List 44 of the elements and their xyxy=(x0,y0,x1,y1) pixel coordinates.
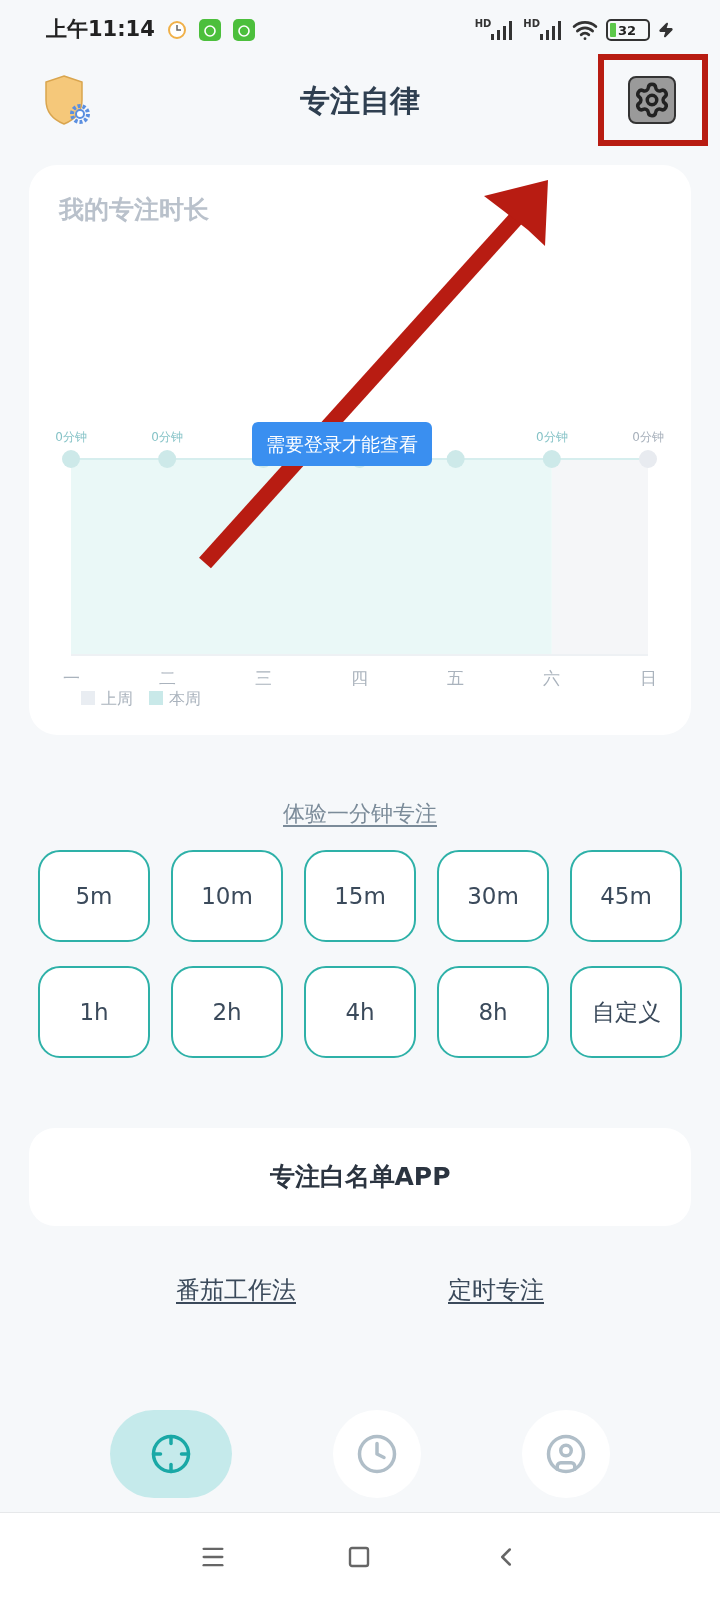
duration-button[interactable]: 8h xyxy=(437,966,549,1058)
day-label: 五 xyxy=(447,668,465,688)
duration-button[interactable]: 自定义 xyxy=(570,966,682,1058)
duration-button[interactable]: 1h xyxy=(38,966,150,1058)
shield-gear-icon[interactable] xyxy=(44,74,92,126)
point-value-label: 0分钟 xyxy=(151,430,183,444)
charging-icon xyxy=(658,22,674,38)
mode-link[interactable]: 番茄工作法 xyxy=(176,1272,296,1308)
status-time: 上午11:14 xyxy=(46,16,155,44)
day-label: 日 xyxy=(639,668,657,688)
signal-icon xyxy=(540,19,564,41)
day-label: 六 xyxy=(543,668,561,688)
legend-label: 本周 xyxy=(169,689,201,708)
crosshair-icon xyxy=(150,1433,193,1475)
network-type-label: HD xyxy=(474,19,492,29)
page-title: 专注自律 xyxy=(300,81,420,120)
mode-link[interactable]: 定时专注 xyxy=(448,1272,544,1308)
app-notification-icon xyxy=(198,19,221,41)
day-label: 一 xyxy=(62,668,80,688)
home-icon[interactable] xyxy=(347,1544,371,1569)
duration-button[interactable]: 2h xyxy=(171,966,283,1058)
legend-label: 上周 xyxy=(101,689,133,708)
duration-button[interactable]: 4h xyxy=(304,966,416,1058)
day-label: 三 xyxy=(254,668,272,688)
duration-button[interactable]: 45m xyxy=(570,850,682,942)
clock-icon xyxy=(356,1433,398,1475)
login-notice: 需要登录才能查看 xyxy=(252,422,432,466)
point-value-label: 0分钟 xyxy=(55,430,87,444)
duration-button[interactable]: 10m xyxy=(171,850,283,942)
duration-button[interactable]: 5m xyxy=(38,850,150,942)
duration-button[interactable]: 15m xyxy=(304,850,416,942)
card-title: 我的专注时长 xyxy=(59,197,209,222)
point-value-label: 0分钟 xyxy=(536,430,568,444)
app-notification-icon xyxy=(232,19,255,41)
network-type-label: HD xyxy=(523,19,540,29)
day-label: 四 xyxy=(351,668,368,688)
battery-indicator: 32 xyxy=(606,19,650,41)
alarm-clock-icon xyxy=(166,20,187,40)
whitelist-apps-button[interactable]: 专注白名单APP xyxy=(29,1128,691,1226)
duration-button[interactable]: 30m xyxy=(437,850,549,942)
settings-button[interactable] xyxy=(628,76,676,124)
user-icon xyxy=(544,1433,587,1475)
day-label: 二 xyxy=(158,668,176,688)
point-value-label: 0分钟 xyxy=(632,430,664,444)
